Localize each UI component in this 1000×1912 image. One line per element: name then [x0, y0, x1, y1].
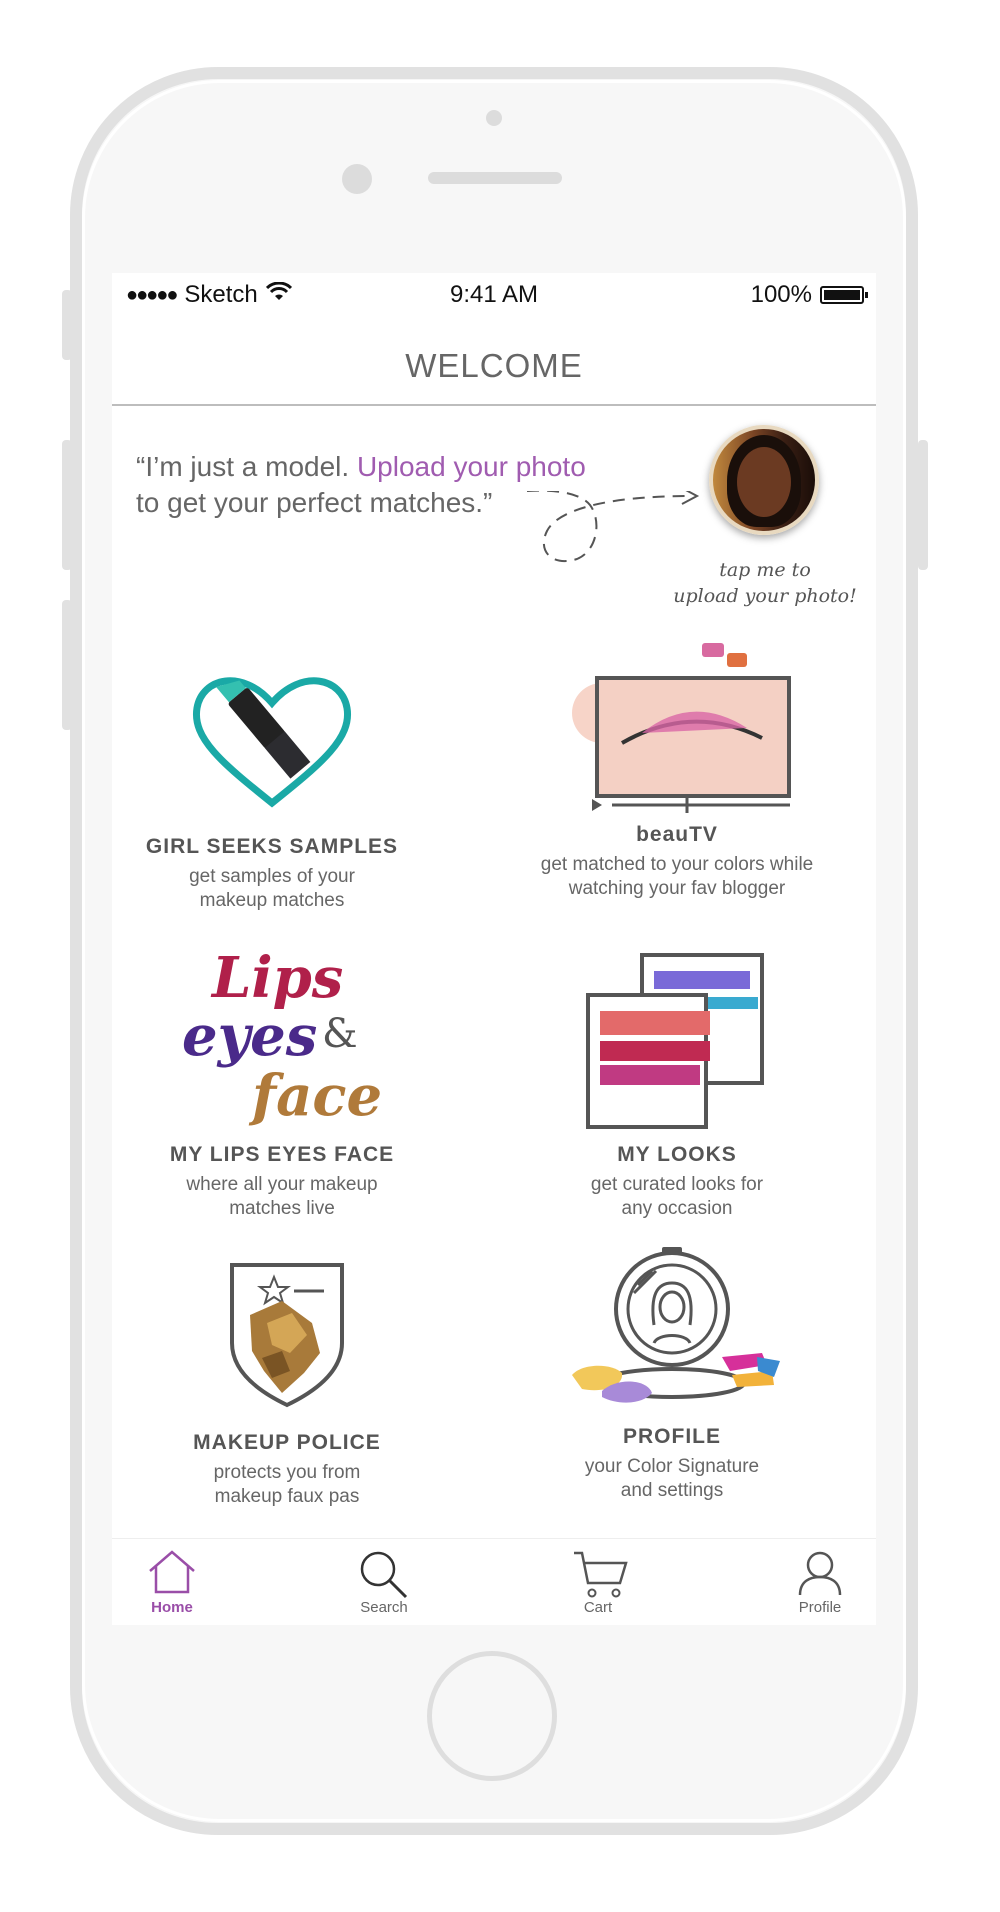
tab-label: Profile — [798, 1599, 842, 1616]
tile-desc: protects you from makeup faux pas — [137, 1461, 437, 1509]
app-screen: ●●●●● Sketch 9:41 AM 100% WELCOME “I’m j… — [112, 273, 876, 1625]
video-player-icon — [572, 643, 791, 813]
tile-desc-line1: protects you from — [213, 1462, 361, 1483]
profile-icon — [798, 1551, 842, 1596]
cart-icon — [574, 1551, 628, 1598]
intro-quote-start: “I’m just a model. — [136, 451, 357, 482]
intro-quote: “I’m just a model. Upload your photo to … — [136, 449, 586, 521]
status-right: 100% — [750, 281, 868, 309]
tile-desc-line1: get matched to your colors while — [540, 854, 814, 875]
tile-desc: get matched to your colors while watchin… — [512, 853, 842, 901]
avatar-face — [737, 447, 791, 517]
upload-photo-link[interactable]: Upload your photo — [357, 451, 586, 482]
tile-desc: your Color Signature and settings — [522, 1455, 822, 1503]
logo-face: face — [252, 1063, 383, 1129]
tile-title: MY LOOKS — [617, 1143, 737, 1166]
tile-title: PROFILE — [622, 1425, 721, 1448]
volume-down-button — [62, 600, 72, 730]
tile-makeup-police[interactable]: MAKEUP POLICE protects you from makeup f… — [137, 1253, 437, 1509]
home-icon — [149, 1550, 195, 1594]
tile-title: beauTV — [636, 823, 718, 846]
earpiece-speaker — [428, 172, 562, 184]
volume-up-button — [62, 440, 72, 570]
lips-eyes-face-logo: Lips eyes & face — [182, 945, 382, 1131]
front-camera — [342, 164, 372, 194]
tile-desc: get samples of your makeup matches — [122, 865, 422, 913]
proximity-sensor — [486, 110, 502, 126]
tile-desc-line1: where all your makeup — [186, 1174, 378, 1195]
power-button — [918, 440, 928, 570]
tile-desc-line2: makeup faux pas — [214, 1486, 360, 1507]
tile-title: GIRL SEEKS SAMPLES — [145, 835, 399, 858]
heart-lipstick-icon — [192, 677, 352, 808]
avatar-caption-line1: tap me to — [719, 559, 811, 581]
tile-girl-seeks-samples[interactable]: GIRL SEEKS SAMPLES get samples of your m… — [122, 663, 422, 913]
tile-desc: get curated looks for any occasion — [527, 1173, 827, 1221]
tile-desc-line2: any occasion — [621, 1198, 733, 1219]
logo-lips: Lips — [212, 945, 344, 1011]
tile-desc-line2: makeup matches — [199, 890, 345, 911]
tile-beautv[interactable]: beauTV get matched to your colors while … — [512, 633, 842, 901]
mute-switch — [62, 290, 72, 360]
tile-desc-line2: matches live — [229, 1198, 335, 1219]
home-button[interactable] — [427, 1651, 557, 1781]
tile-desc-line1: your Color Signature — [584, 1456, 760, 1477]
tab-label: Cart — [583, 1599, 613, 1616]
tile-title: MAKEUP POLICE — [193, 1431, 381, 1454]
tab-label: Search — [360, 1599, 408, 1616]
tile-desc-line2: and settings — [620, 1480, 724, 1501]
tile-my-lips-eyes-face[interactable]: Lips eyes & face MY LIPS EYES FACE where… — [132, 945, 432, 1221]
page-title: WELCOME — [405, 347, 583, 384]
search-icon — [360, 1551, 408, 1599]
tile-my-looks[interactable]: MY LOOKS get curated looks for any occas… — [527, 945, 827, 1221]
battery-icon — [820, 286, 868, 304]
compact-mirror-icon — [572, 1247, 780, 1403]
photo-stack-icon — [586, 953, 764, 1129]
header-divider — [112, 404, 876, 406]
logo-ampersand: & — [322, 1011, 358, 1057]
avatar-caption-line2: upload your photo! — [673, 585, 857, 607]
model-avatar[interactable] — [709, 425, 819, 535]
logo-eyes: eyes — [182, 1003, 318, 1069]
tab-label: Home — [151, 1599, 193, 1616]
battery-percent: 100% — [750, 281, 812, 308]
tile-title: MY LIPS EYES FACE — [169, 1143, 395, 1166]
police-badge-icon — [230, 1263, 344, 1408]
tile-desc-line1: get curated looks for — [590, 1174, 764, 1195]
tab-bar: Home Search Cart Profile — [112, 1538, 876, 1625]
intro-quote-end: to get your perfect matches.” — [136, 487, 493, 518]
tile-desc-line1: get samples of your — [189, 866, 355, 887]
tile-desc: where all your makeup matches live — [132, 1173, 432, 1221]
tile-desc-line2: watching your fav blogger — [568, 878, 786, 899]
status-bar: ●●●●● Sketch 9:41 AM 100% — [112, 273, 876, 317]
avatar-caption: tap me to upload your photo! — [667, 557, 863, 609]
tile-profile[interactable]: PROFILE your Color Signature and setting… — [522, 1245, 822, 1503]
